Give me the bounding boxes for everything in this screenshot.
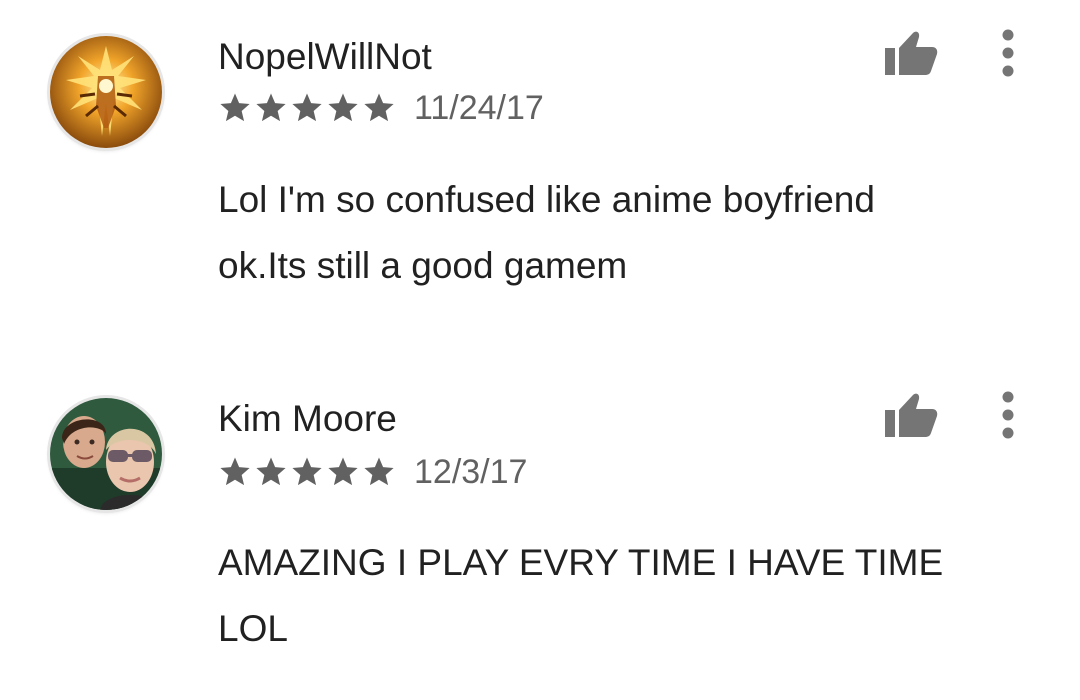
helpful-button[interactable] xyxy=(883,28,939,78)
rating-row: 11/24/17 xyxy=(218,88,544,128)
star-icon xyxy=(220,457,250,486)
star-icon xyxy=(220,93,250,122)
review-card: NopelWillNot 11/24/17 Lol I'm so confuse… xyxy=(0,0,1080,340)
two-women-photo-avatar-icon xyxy=(50,398,162,510)
star-icon xyxy=(328,457,358,486)
star-rating xyxy=(218,91,396,125)
helpful-button[interactable] xyxy=(883,390,939,440)
more-vert-icon xyxy=(1002,29,1014,77)
thumbs-up-icon xyxy=(885,393,938,437)
star-icon xyxy=(364,93,394,122)
thumbs-up-icon xyxy=(885,31,938,75)
more-vert-icon xyxy=(1002,391,1014,439)
star-icon xyxy=(292,457,322,486)
avatar[interactable] xyxy=(50,36,162,148)
star-icon xyxy=(328,93,358,122)
star-icon xyxy=(256,93,286,122)
star-icon xyxy=(256,457,286,486)
star-icon xyxy=(364,457,394,486)
review-card: Kim Moore 12/3/17 AMAZING I PLAY EVRY TI… xyxy=(0,360,1080,700)
rating-row: 12/3/17 xyxy=(218,452,527,492)
more-options-button[interactable] xyxy=(990,28,1026,78)
review-text: AMAZING I PLAY EVRY TIME I HAVE TIME LOL xyxy=(218,542,944,649)
review-date: 12/3/17 xyxy=(414,453,528,491)
more-options-button[interactable] xyxy=(990,390,1026,440)
author-name: NopelWillNot xyxy=(218,36,432,77)
review-text: Lol I'm so confused like anime boyfriend… xyxy=(218,179,875,286)
review-date: 11/24/17 xyxy=(414,89,544,127)
author-name: Kim Moore xyxy=(218,398,397,439)
anime-character-avatar-icon xyxy=(50,36,162,148)
star-icon xyxy=(292,93,322,122)
avatar[interactable] xyxy=(50,398,162,510)
star-rating xyxy=(218,455,396,489)
